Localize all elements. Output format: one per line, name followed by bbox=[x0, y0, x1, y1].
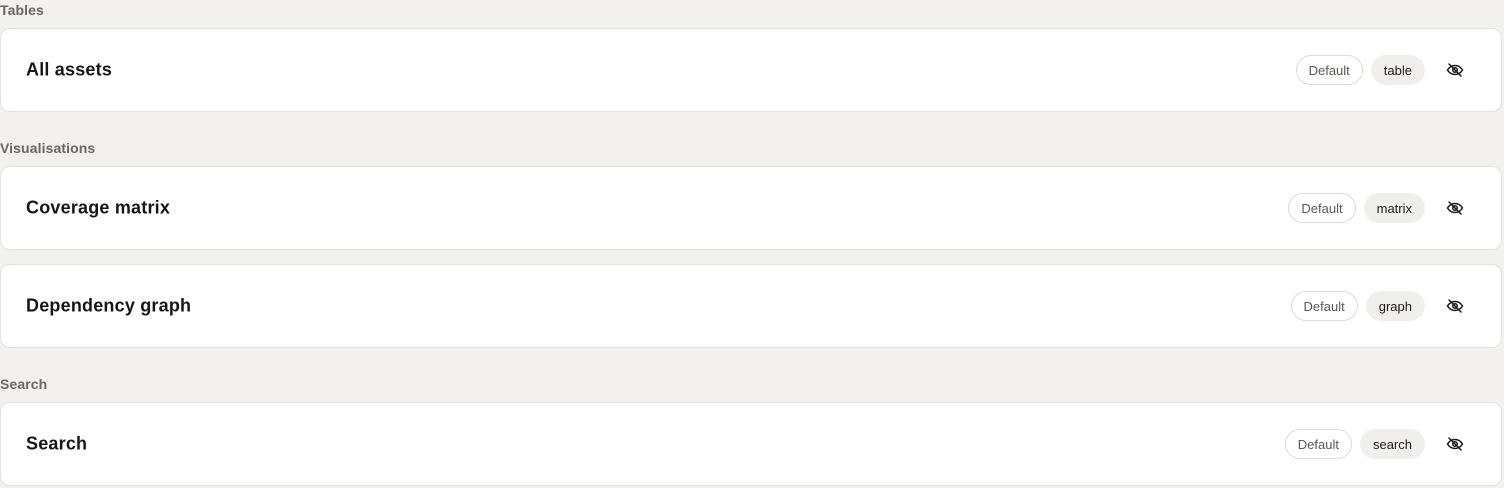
eye-off-icon bbox=[1446, 299, 1464, 313]
default-badge[interactable]: Default bbox=[1295, 55, 1363, 85]
view-card-dependency-graph[interactable]: Dependency graph Default graph bbox=[0, 264, 1502, 348]
section-label-tables: Tables bbox=[0, 2, 44, 18]
view-title: Search bbox=[26, 433, 88, 454]
view-title: Dependency graph bbox=[26, 295, 192, 316]
eye-off-icon bbox=[1446, 437, 1464, 451]
section-label-search: Search bbox=[0, 376, 48, 392]
type-badge: matrix bbox=[1363, 193, 1425, 223]
view-card-coverage-matrix[interactable]: Coverage matrix Default matrix bbox=[0, 166, 1502, 250]
default-badge[interactable]: Default bbox=[1284, 429, 1352, 459]
default-badge[interactable]: Default bbox=[1290, 291, 1358, 321]
eye-off-icon bbox=[1446, 63, 1464, 77]
hide-view-button[interactable] bbox=[1435, 55, 1475, 85]
hide-view-button[interactable] bbox=[1435, 291, 1475, 321]
view-card-all-assets[interactable]: All assets Default table bbox=[0, 28, 1502, 112]
view-actions: Default graph bbox=[1290, 291, 1475, 321]
view-title: All assets bbox=[26, 59, 113, 80]
hide-view-button[interactable] bbox=[1435, 193, 1475, 223]
section-label-visualisations: Visualisations bbox=[0, 140, 96, 156]
type-badge: table bbox=[1370, 55, 1425, 85]
view-actions: Default matrix bbox=[1288, 193, 1475, 223]
type-badge: graph bbox=[1365, 291, 1425, 321]
eye-off-icon bbox=[1446, 201, 1464, 215]
view-actions: Default search bbox=[1284, 429, 1475, 459]
hide-view-button[interactable] bbox=[1435, 429, 1475, 459]
view-card-search[interactable]: Search Default search bbox=[0, 402, 1502, 486]
view-actions: Default table bbox=[1295, 55, 1475, 85]
type-badge: search bbox=[1359, 429, 1425, 459]
default-badge[interactable]: Default bbox=[1288, 193, 1356, 223]
view-title: Coverage matrix bbox=[26, 197, 171, 218]
